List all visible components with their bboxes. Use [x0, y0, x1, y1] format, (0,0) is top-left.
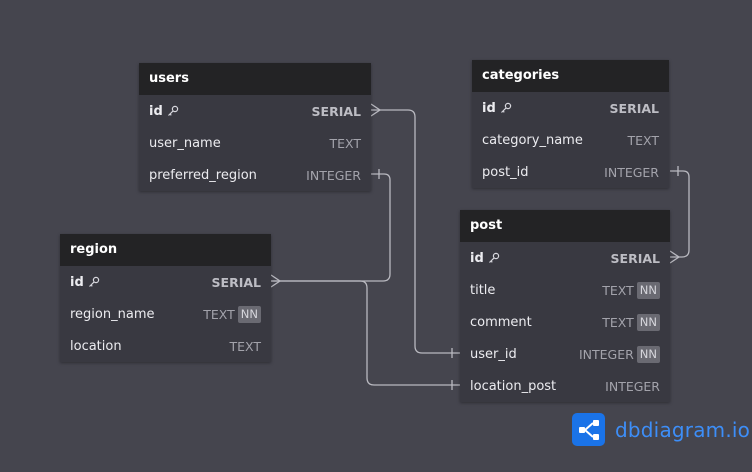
key-icon	[167, 105, 178, 116]
table-title[interactable]: users	[139, 63, 371, 95]
field-type: INTEGER	[604, 164, 659, 180]
table-title[interactable]: region	[60, 234, 271, 266]
field-row-region-name[interactable]: region_name TEXT NN	[60, 298, 271, 330]
field-type: INTEGER	[306, 167, 361, 183]
table-categories[interactable]: categories id SERIAL category_name TEXT …	[472, 60, 669, 188]
link-region-post	[271, 280, 460, 386]
field-name: location_post	[470, 378, 557, 394]
field-name: user_id	[470, 346, 517, 362]
field-name: title	[470, 282, 496, 298]
table-title[interactable]: post	[460, 210, 670, 242]
field-row-category-name[interactable]: category_name TEXT	[472, 124, 669, 156]
field-type: INTEGER	[605, 378, 660, 394]
not-null-badge: NN	[237, 305, 261, 323]
field-type: SERIAL	[609, 100, 659, 116]
field-row-user-id[interactable]: user_id INTEGER NN	[460, 338, 670, 370]
not-null-badge: NN	[636, 345, 660, 363]
dbdiagram-brand: dbdiagram.io	[572, 413, 750, 446]
field-type: TEXT	[229, 338, 261, 354]
share-nodes-icon	[572, 413, 605, 446]
crowfoot-users-id	[370, 103, 382, 117]
field-type: SERIAL	[311, 103, 361, 119]
key-icon	[88, 276, 99, 287]
field-name: id	[470, 250, 484, 266]
field-name: id	[482, 100, 496, 116]
field-name: id	[70, 274, 84, 290]
brand-text-suffix: .io	[725, 417, 751, 442]
table-title[interactable]: categories	[472, 60, 669, 92]
field-name: location	[70, 338, 122, 354]
field-row-location-post[interactable]: location_post INTEGER	[460, 370, 670, 402]
diagram-canvas[interactable]: users id SERIAL user_name TEXT preferred…	[0, 0, 752, 472]
field-row-id[interactable]: id SERIAL	[460, 242, 670, 274]
field-row-location[interactable]: location TEXT	[60, 330, 271, 362]
field-type: SERIAL	[610, 250, 660, 266]
field-type: TEXT	[203, 306, 235, 322]
field-type: TEXT	[602, 282, 634, 298]
field-type: TEXT	[602, 314, 634, 330]
field-row-title[interactable]: title TEXT NN	[460, 274, 670, 306]
field-name: category_name	[482, 132, 583, 148]
field-name: user_name	[149, 135, 221, 151]
field-row-comment[interactable]: comment TEXT NN	[460, 306, 670, 338]
not-null-badge: NN	[636, 281, 660, 299]
field-name: comment	[470, 314, 532, 330]
field-type: SERIAL	[211, 274, 261, 290]
brand-text-main: dbdiagram	[615, 417, 726, 442]
key-icon	[488, 252, 499, 263]
field-type: INTEGER	[578, 346, 634, 362]
link-users-post	[371, 109, 460, 354]
field-row-post-id[interactable]: post_id INTEGER	[472, 156, 669, 188]
field-row-id[interactable]: id SERIAL	[60, 266, 271, 298]
not-null-badge: NN	[636, 313, 660, 331]
field-name: id	[149, 103, 163, 119]
brand-text: dbdiagram.io	[615, 418, 750, 442]
table-post[interactable]: post id SERIAL title TEXT NN comment TEXT…	[460, 210, 670, 402]
key-icon	[500, 102, 511, 113]
field-row-preferred-region[interactable]: preferred_region INTEGER	[139, 159, 371, 191]
crowfoot-region-id	[270, 274, 282, 288]
field-type: TEXT	[329, 135, 361, 151]
field-row-id[interactable]: id SERIAL	[139, 95, 371, 127]
field-name: preferred_region	[149, 167, 257, 183]
crowfoot-post-id	[669, 250, 681, 264]
field-type: TEXT	[627, 132, 659, 148]
field-row-id[interactable]: id SERIAL	[472, 92, 669, 124]
table-users[interactable]: users id SERIAL user_name TEXT preferred…	[139, 63, 371, 191]
table-region[interactable]: region id SERIAL region_name TEXT NN loca…	[60, 234, 271, 362]
field-name: post_id	[482, 164, 529, 180]
field-row-user-name[interactable]: user_name TEXT	[139, 127, 371, 159]
link-post-categories	[670, 170, 690, 258]
field-name: region_name	[70, 306, 155, 322]
